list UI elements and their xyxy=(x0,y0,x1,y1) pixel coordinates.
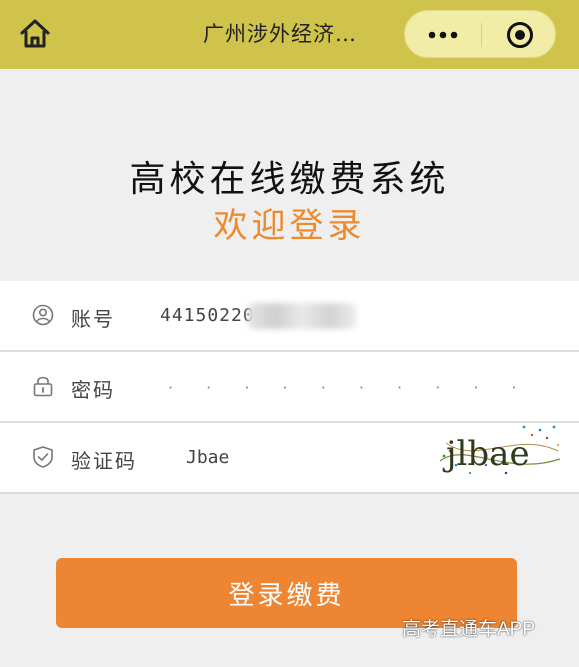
account-input[interactable]: 44150220 xyxy=(160,305,255,326)
target-close-icon xyxy=(506,22,533,48)
more-dots-icon xyxy=(428,31,458,39)
page-title: 高校在线缴费系统 xyxy=(129,159,450,200)
nav-bar: 广州涉外经济… xyxy=(0,0,579,69)
password-row[interactable]: 密码 · · · · · · · · · · xyxy=(0,352,579,423)
shield-icon xyxy=(33,446,53,468)
login-form: 账号 44150220 密码 · · · · · · · · · · 验证码 J… xyxy=(0,281,579,494)
captcha-label: 验证码 xyxy=(71,449,137,473)
lock-icon xyxy=(33,376,53,397)
home-icon xyxy=(20,19,50,48)
account-row[interactable]: 账号 44150220 xyxy=(0,281,579,352)
account-label: 账号 xyxy=(71,307,115,331)
user-icon xyxy=(32,304,54,326)
redacted-blur xyxy=(248,303,356,329)
captcha-text: jlbae xyxy=(442,434,530,474)
close-button[interactable] xyxy=(482,11,557,59)
password-input[interactable]: · · · · · · · · · · xyxy=(168,378,531,397)
mini-program-capsule xyxy=(404,10,556,58)
more-button[interactable] xyxy=(405,11,481,59)
captcha-input[interactable]: Jbae xyxy=(186,447,229,468)
password-label: 密码 xyxy=(71,378,115,402)
welcome-text: 欢迎登录 xyxy=(213,206,366,246)
captcha-image[interactable]: jlbae xyxy=(436,421,564,479)
watermark-text: 高考直通车APP xyxy=(402,619,536,640)
nav-title: 广州涉外经济… xyxy=(203,22,357,46)
home-button[interactable] xyxy=(17,16,53,52)
captcha-row[interactable]: 验证码 Jbae jlbae xyxy=(0,423,579,494)
